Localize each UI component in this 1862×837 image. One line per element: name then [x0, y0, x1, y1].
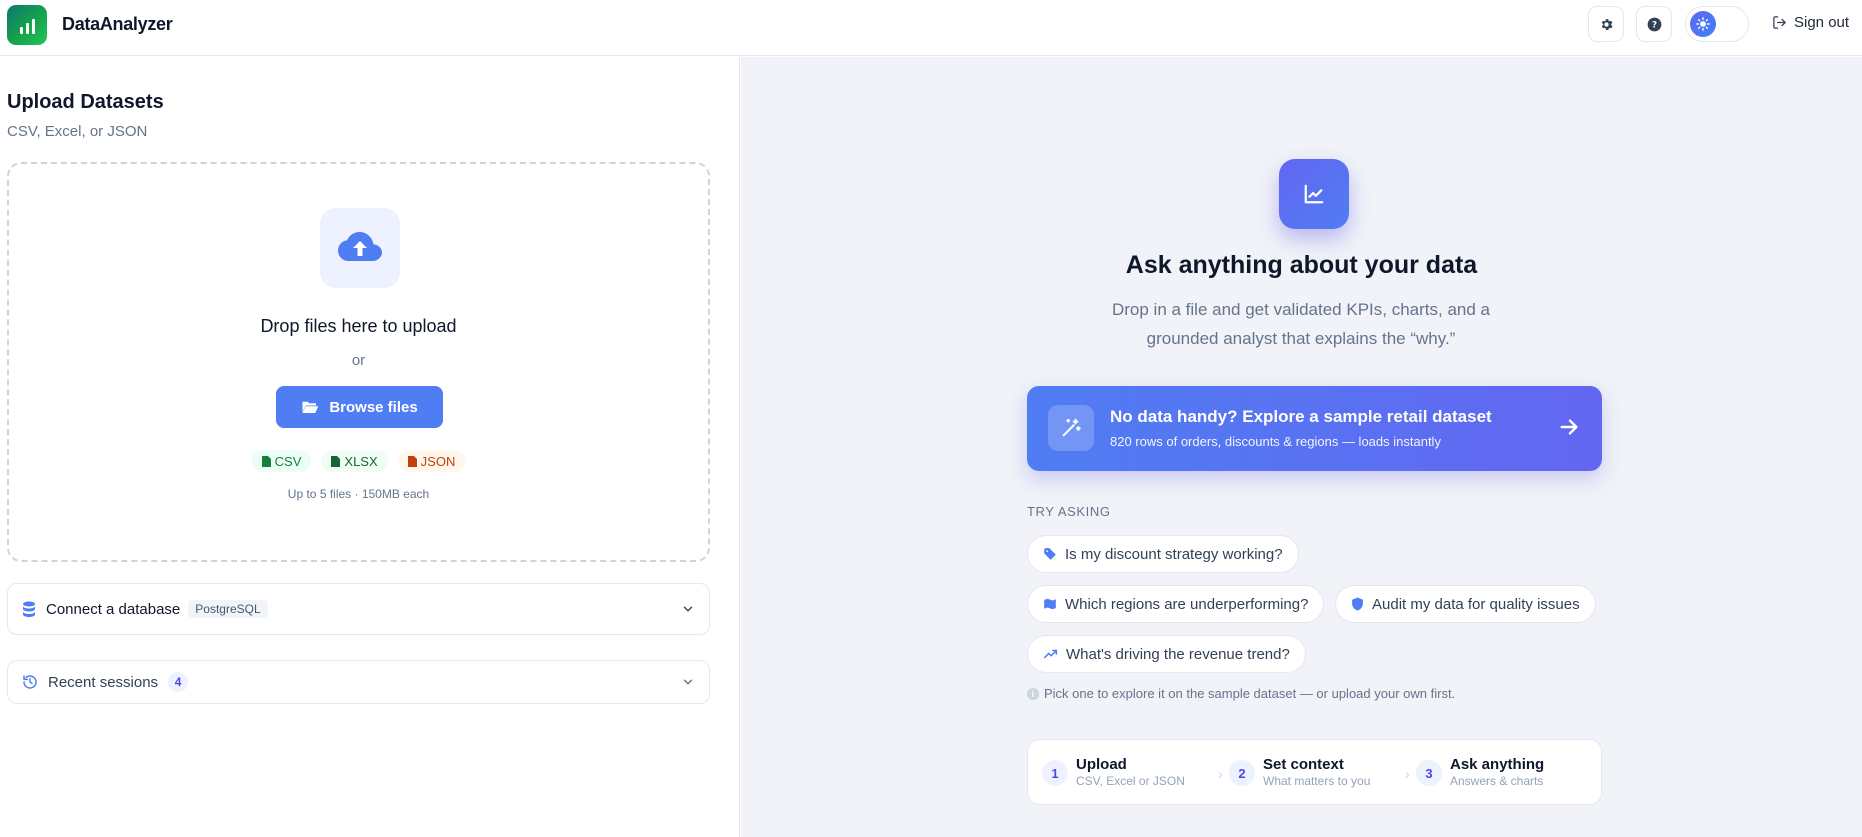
cloud-upload-icon	[320, 208, 400, 288]
help-icon: ?	[1647, 17, 1661, 31]
info-icon: i	[1027, 687, 1039, 700]
app-header: DataAnalyzer ? Sign out	[0, 0, 1862, 56]
settings-button[interactable]	[1588, 6, 1624, 42]
chevron-down-icon	[683, 679, 693, 685]
sign-out-button[interactable]: Sign out	[1772, 14, 1849, 31]
file-csv-icon	[261, 455, 271, 467]
chevron-down-icon	[683, 606, 693, 612]
chart-line-icon	[1279, 159, 1349, 229]
svg-text:?: ?	[1651, 20, 1656, 30]
suggestion-audit-data-quality[interactable]: Audit my data for quality issues	[1335, 585, 1596, 623]
upload-panel: Upload Datasets CSV, Excel, or JSON Drop…	[0, 57, 740, 837]
browse-files-button[interactable]: Browse files	[276, 386, 443, 428]
onboarding-steps: 1 Upload CSV, Excel or JSON › 2 Set cont…	[1027, 739, 1602, 805]
step-ask-anything: 3 Ask anything Answers & charts	[1416, 756, 1544, 789]
brand-name: DataAnalyzer	[62, 14, 173, 34]
chevron-right-icon: ›	[1218, 766, 1223, 782]
chevron-right-icon: ›	[1405, 766, 1410, 782]
tag-icon	[1044, 548, 1056, 560]
connect-database-label: Connect a database	[46, 600, 181, 618]
connect-database-accordion[interactable]: Connect a database PostgreSQL	[7, 583, 710, 635]
recent-sessions-label: Recent sessions	[48, 673, 159, 691]
suggestion-discount-strategy[interactable]: Is my discount strategy working?	[1027, 535, 1299, 573]
suggestion-regions-underperforming[interactable]: Which regions are underperforming?	[1027, 585, 1325, 623]
hero-description: Drop in a file and get validated KPIs, c…	[1111, 300, 1490, 348]
help-button[interactable]: ?	[1636, 6, 1672, 42]
gear-icon	[1601, 18, 1613, 30]
drop-files-text: Drop files here to upload	[260, 316, 457, 336]
suggestion-hint: i Pick one to explore it on the sample d…	[1027, 686, 1455, 701]
upload-limit-text: Up to 5 files · 150MB each	[287, 487, 430, 501]
step-upload: 1 Upload CSV, Excel or JSON	[1042, 756, 1185, 789]
database-icon	[23, 601, 35, 617]
magic-wand-icon	[1048, 405, 1094, 451]
suggestion-revenue-trend[interactable]: What's driving the revenue trend?	[1027, 635, 1306, 673]
sign-out-label: Sign out	[1794, 14, 1850, 31]
hero-title: Ask anything about your data	[1125, 251, 1478, 279]
database-type-tag: PostgreSQL	[188, 600, 268, 618]
format-chip-xlsx: XLSX	[321, 450, 388, 472]
theme-toggle[interactable]	[1685, 6, 1749, 42]
arrow-right-icon	[1560, 419, 1578, 435]
upload-subtitle: CSV, Excel, or JSON	[7, 123, 148, 140]
format-chip-csv: CSV	[251, 450, 312, 472]
sign-out-icon	[1773, 16, 1786, 29]
browse-files-label: Browse files	[329, 398, 418, 416]
map-icon	[1044, 598, 1056, 610]
file-json-icon	[407, 455, 417, 467]
sample-dataset-subtitle: 820 rows of orders, discounts & regions …	[1110, 434, 1441, 449]
format-chips: CSV XLSX JSON	[9, 450, 708, 472]
file-xlsx-icon	[331, 455, 341, 467]
folder-open-icon	[302, 401, 319, 413]
step-set-context: 2 Set context What matters to you	[1229, 756, 1370, 789]
sun-icon	[1690, 11, 1716, 37]
shield-icon	[1352, 597, 1363, 611]
try-asking-label: TRY ASKING	[1027, 504, 1111, 519]
or-separator: or	[351, 352, 366, 369]
sample-dataset-card[interactable]: No data handy? Explore a sample retail d…	[1027, 386, 1602, 471]
recent-sessions-count-badge: 4	[168, 672, 189, 692]
trend-up-icon	[1043, 649, 1058, 659]
sample-dataset-title: No data handy? Explore a sample retail d…	[1110, 407, 1492, 426]
format-chip-json: JSON	[397, 450, 466, 472]
upload-title: Upload Datasets	[7, 91, 164, 113]
file-dropzone[interactable]: Drop files here to upload or Browse file…	[7, 162, 710, 562]
history-icon	[23, 675, 37, 689]
welcome-panel: Ask anything about your data Drop in a f…	[741, 57, 1862, 837]
recent-sessions-accordion[interactable]: Recent sessions 4	[7, 660, 710, 704]
app-logo-icon[interactable]	[7, 5, 47, 45]
